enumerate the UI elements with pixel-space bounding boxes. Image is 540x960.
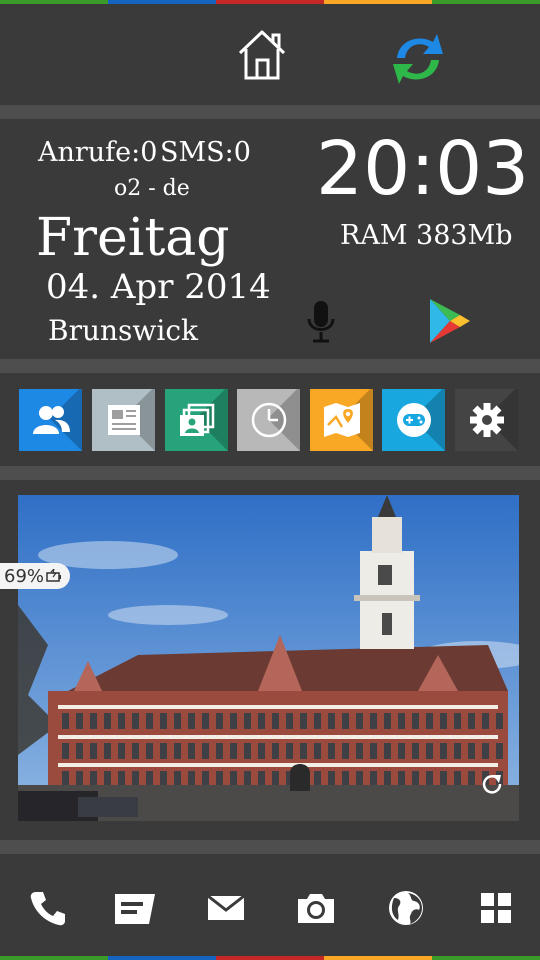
refresh-icon	[482, 775, 502, 794]
gallery-icon	[179, 403, 214, 436]
clock-time[interactable]: 20:03	[316, 132, 529, 206]
separator-4	[0, 840, 540, 854]
photo-widget[interactable]	[18, 495, 519, 821]
phone-icon	[30, 892, 65, 926]
settings-icon	[469, 403, 504, 437]
camera-icon	[298, 894, 334, 923]
camera-dock-button[interactable]	[294, 886, 338, 930]
apps-grid-icon	[481, 893, 511, 923]
separator-3	[0, 466, 540, 480]
games-app-tile[interactable]	[382, 389, 445, 451]
browser-icon	[389, 891, 423, 925]
browser-dock-button[interactable]	[384, 886, 428, 930]
clock-icon	[251, 402, 286, 438]
battery-percent: 69%	[4, 565, 45, 587]
color-stripe-bottom	[0, 956, 540, 960]
microphone-icon	[307, 301, 335, 343]
games-icon	[396, 403, 431, 437]
maps-app-tile[interactable]	[310, 389, 373, 451]
sms-count: SMS:0	[160, 137, 251, 168]
clock-app-tile[interactable]	[237, 389, 300, 451]
news-icon	[107, 405, 140, 435]
battery-charge-icon	[46, 569, 62, 582]
ram-usage: RAM 383Mb	[340, 220, 513, 251]
calls-count: Anrufe:0	[38, 137, 158, 168]
voice-search-button[interactable]	[302, 298, 340, 346]
apps-dock-button[interactable]	[474, 886, 518, 930]
gallery-app-tile[interactable]	[165, 389, 228, 451]
contacts-icon	[32, 406, 70, 434]
date: 04. Apr 2014	[46, 267, 271, 307]
news-app-tile[interactable]	[92, 389, 155, 451]
contacts-app-tile[interactable]	[19, 389, 82, 451]
carrier-name: o2 - de	[114, 176, 190, 201]
sync-icon	[393, 34, 443, 84]
separator-2	[0, 359, 540, 373]
battery-indicator: 69%	[0, 563, 70, 589]
mail-dock-button[interactable]	[204, 886, 248, 930]
mail-icon	[207, 894, 245, 920]
home-icon	[238, 30, 286, 80]
refresh-photo-button[interactable]	[479, 771, 505, 797]
settings-app-tile[interactable]	[455, 389, 518, 451]
maps-icon	[323, 403, 360, 437]
city: Brunswick	[48, 314, 198, 347]
separator-1	[0, 105, 540, 119]
phone-dock-button[interactable]	[26, 886, 70, 930]
color-stripe-top	[0, 0, 540, 4]
sync-button[interactable]	[386, 28, 450, 90]
weekday: Freitag	[36, 208, 230, 268]
messages-icon	[115, 894, 155, 924]
play-store-button[interactable]	[424, 296, 472, 346]
castle-photo	[18, 495, 519, 821]
home-button[interactable]	[232, 26, 292, 82]
play-store-icon	[430, 299, 470, 343]
messages-dock-button[interactable]	[113, 886, 157, 930]
